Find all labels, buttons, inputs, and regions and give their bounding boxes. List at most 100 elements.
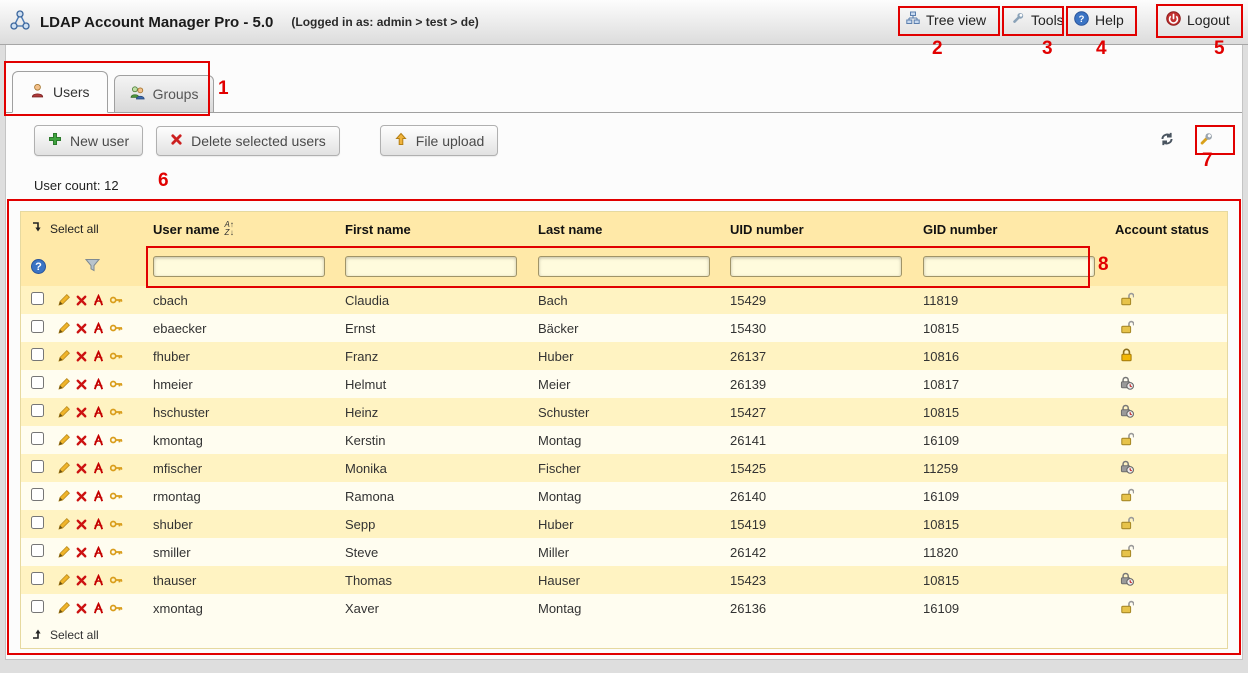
filter-input-last-name[interactable] (538, 256, 710, 277)
delete-icon[interactable] (75, 546, 88, 559)
delete-icon[interactable] (75, 602, 88, 615)
delete-icon[interactable] (75, 294, 88, 307)
pdf-icon[interactable] (92, 378, 105, 391)
expired-icon[interactable] (1119, 459, 1134, 474)
pdf-icon[interactable] (92, 602, 105, 615)
pdf-icon[interactable] (92, 350, 105, 363)
row-checkbox-cell (31, 320, 57, 336)
pencil-icon[interactable] (57, 293, 71, 307)
row-checkbox[interactable] (31, 600, 44, 613)
logout-button[interactable]: Logout (1166, 11, 1230, 29)
pencil-icon[interactable] (57, 405, 71, 419)
pencil-icon[interactable] (57, 377, 71, 391)
tools-button[interactable]: Tools (1010, 11, 1064, 29)
tab-users[interactable]: Users (12, 71, 108, 113)
key-icon[interactable] (109, 405, 123, 419)
wrench-icon (1010, 11, 1025, 29)
pencil-icon[interactable] (57, 433, 71, 447)
row-actions (57, 293, 153, 307)
row-checkbox[interactable] (31, 460, 44, 473)
filter-help-cell: ? (31, 258, 57, 275)
pdf-icon[interactable] (92, 546, 105, 559)
delete-icon[interactable] (75, 322, 88, 335)
row-checkbox[interactable] (31, 376, 44, 389)
tab-groups[interactable]: Groups (114, 75, 215, 113)
key-icon[interactable] (109, 489, 123, 503)
delete-selected-users-button[interactable]: Delete selected users (156, 126, 340, 156)
unlocked-icon[interactable] (1119, 291, 1134, 306)
expired-icon[interactable] (1119, 571, 1134, 586)
pdf-icon[interactable] (92, 518, 105, 531)
delete-icon[interactable] (75, 406, 88, 419)
help-button[interactable]: ? Help (1074, 11, 1124, 29)
expired-icon[interactable] (1119, 403, 1134, 418)
pdf-icon[interactable] (92, 294, 105, 307)
pencil-icon[interactable] (57, 517, 71, 531)
pdf-icon[interactable] (92, 406, 105, 419)
cell-account-status (1115, 291, 1227, 309)
refresh-button[interactable] (1157, 129, 1177, 152)
row-checkbox[interactable] (31, 572, 44, 585)
key-icon[interactable] (109, 517, 123, 531)
key-icon[interactable] (109, 573, 123, 587)
key-icon[interactable] (109, 601, 123, 615)
filter-input-gid-number[interactable] (923, 256, 1095, 277)
pdf-icon[interactable] (92, 462, 105, 475)
expired-icon[interactable] (1119, 375, 1134, 390)
column-header-user-name[interactable]: User name A Z ↑ ↓ (153, 221, 345, 237)
key-icon[interactable] (109, 349, 123, 363)
row-checkbox[interactable] (31, 292, 44, 305)
file-upload-button[interactable]: File upload (380, 125, 499, 156)
filter-input-first-name[interactable] (345, 256, 517, 277)
pencil-icon[interactable] (57, 601, 71, 615)
key-icon[interactable] (109, 293, 123, 307)
unlocked-icon[interactable] (1119, 599, 1134, 614)
new-user-button[interactable]: New user (34, 125, 143, 156)
tree-view-button[interactable]: Tree view (906, 11, 986, 28)
key-icon[interactable] (109, 545, 123, 559)
row-checkbox[interactable] (31, 348, 44, 361)
key-icon[interactable] (109, 433, 123, 447)
filter-input-user-name[interactable] (153, 256, 325, 277)
funnel-icon[interactable] (85, 260, 100, 275)
delete-icon[interactable] (75, 462, 88, 475)
list-settings-button[interactable] (1195, 129, 1216, 153)
sort-icon[interactable]: A Z ↑ ↓ (224, 221, 233, 237)
row-checkbox[interactable] (31, 544, 44, 557)
delete-icon[interactable] (75, 574, 88, 587)
unlocked-icon[interactable] (1119, 431, 1134, 446)
filter-input-uid-number[interactable] (730, 256, 902, 277)
unlocked-icon[interactable] (1119, 543, 1134, 558)
delete-icon[interactable] (75, 518, 88, 531)
row-checkbox[interactable] (31, 432, 44, 445)
unlocked-icon[interactable] (1119, 515, 1134, 530)
delete-icon[interactable] (75, 434, 88, 447)
pdf-icon[interactable] (92, 490, 105, 503)
delete-icon[interactable] (75, 350, 88, 363)
unlocked-icon[interactable] (1119, 487, 1134, 502)
key-icon[interactable] (109, 321, 123, 335)
delete-icon[interactable] (75, 378, 88, 391)
row-checkbox[interactable] (31, 516, 44, 529)
key-icon[interactable] (109, 461, 123, 475)
key-icon[interactable] (109, 377, 123, 391)
pdf-icon[interactable] (92, 322, 105, 335)
unlocked-icon[interactable] (1119, 319, 1134, 334)
pencil-icon[interactable] (57, 573, 71, 587)
row-checkbox[interactable] (31, 320, 44, 333)
row-checkbox[interactable] (31, 404, 44, 417)
pencil-icon[interactable] (57, 349, 71, 363)
lam-application-window: LDAP Account Manager Pro - 5.0 (Logged i… (0, 0, 1248, 673)
pdf-icon[interactable] (92, 574, 105, 587)
select-all-top[interactable]: Select all (31, 221, 153, 237)
delete-icon[interactable] (75, 490, 88, 503)
pencil-icon[interactable] (57, 461, 71, 475)
pencil-icon[interactable] (57, 545, 71, 559)
pencil-icon[interactable] (57, 321, 71, 335)
pdf-icon[interactable] (92, 434, 105, 447)
pencil-icon[interactable] (57, 489, 71, 503)
question-icon[interactable]: ? (31, 259, 46, 274)
row-checkbox[interactable] (31, 488, 44, 501)
select-all-bottom[interactable]: Select all (21, 622, 1227, 648)
locked-icon[interactable] (1119, 347, 1134, 362)
